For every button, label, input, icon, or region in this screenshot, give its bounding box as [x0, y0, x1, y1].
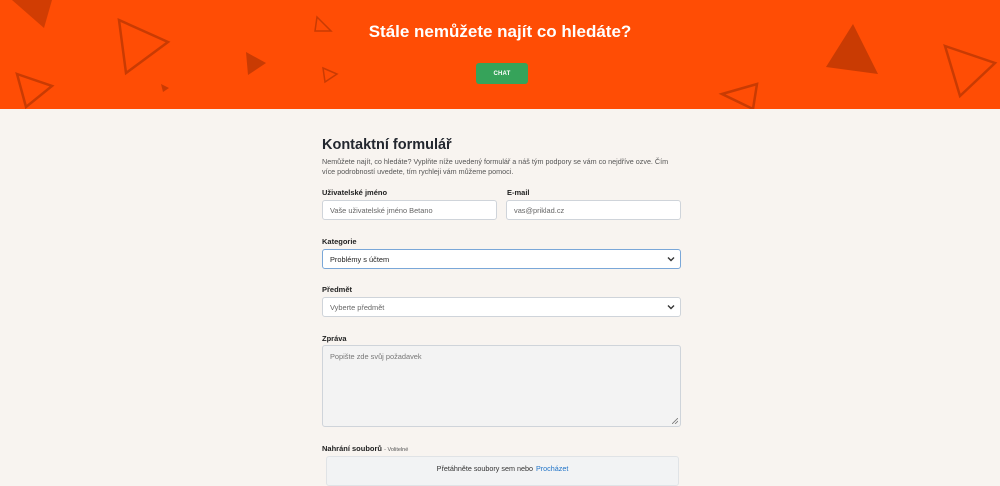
upload-label: Nahrání souborů	[322, 444, 383, 453]
username-field[interactable]: Vaše uživatelské jméno Betano	[322, 200, 497, 220]
subject-label: Předmět	[322, 285, 353, 294]
category-label: Kategorie	[322, 237, 357, 246]
form-intro: Nemůžete najít, co hledáte? Vyplňte níže…	[322, 157, 669, 176]
hero-title: Stále nemůžete najít co hledáte?	[368, 22, 632, 41]
form-title: Kontaktní formulář	[322, 137, 452, 153]
email-field[interactable]: vas@priklad.cz	[506, 200, 681, 220]
upload-label-group: Nahrání souborů - Volitelné	[322, 444, 408, 453]
message-textarea[interactable]: Popište zde svůj požadavek	[322, 345, 681, 427]
resize-handle-icon[interactable]	[672, 418, 678, 424]
chevron-down-icon	[667, 257, 675, 262]
upload-optional: - Volitelné	[384, 447, 409, 453]
category-select[interactable]: Problémy s účtem	[322, 249, 681, 269]
dropzone-text: Přetáhněte soubory sem nebo	[436, 464, 533, 473]
message-label: Zpráva	[322, 334, 347, 343]
file-dropzone[interactable]: Přetáhněte soubory sem nebo Procházet	[326, 456, 679, 486]
email-label: E-mail	[507, 188, 530, 197]
chevron-down-icon	[667, 305, 675, 310]
username-label: Uživatelské jméno	[322, 188, 388, 197]
subject-value: Vyberte předmět	[330, 302, 385, 312]
hero-banner: Stále nemůžete najít co hledáte? CHAT	[0, 0, 1000, 109]
contact-form-header: Kontaktní formulář Nemůžete najít, co hl…	[322, 137, 681, 176]
message-placeholder: Popište zde svůj požadavek	[330, 352, 422, 361]
subject-select[interactable]: Vyberte předmět	[322, 297, 681, 317]
category-value: Problémy s účtem	[330, 254, 390, 264]
chat-button[interactable]: CHAT	[476, 63, 528, 84]
browse-link[interactable]: Procházet	[536, 464, 568, 473]
triangle-decoration-icon	[12, 0, 998, 109]
